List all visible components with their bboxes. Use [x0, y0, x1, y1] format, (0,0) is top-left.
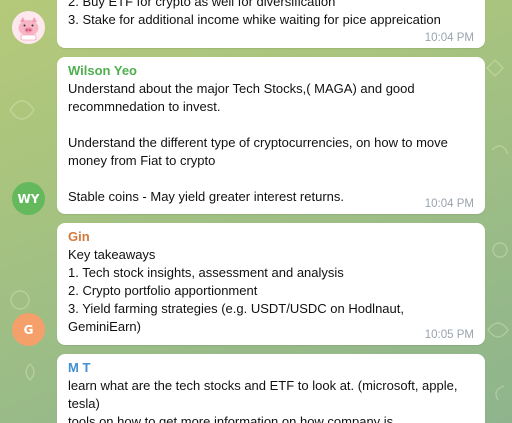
message-text-line: Stable coins - May yield greater interes…	[68, 189, 345, 204]
avatar-initials: WY	[17, 191, 40, 206]
pig-sticker-avatar-icon[interactable]	[12, 11, 45, 44]
message-timestamp: 10:04 PM	[424, 198, 474, 210]
message-text-line: 1. Tech stock insights, assessment and a…	[68, 265, 344, 280]
message-text-line: Understand the different type of cryptoc…	[68, 135, 452, 168]
message-text-line: Understand about the major Tech Stocks,(…	[68, 81, 419, 114]
message-bubble[interactable]: Wilson Yeo Understand about the major Te…	[57, 57, 485, 214]
avatar-initials: G	[23, 322, 34, 337]
message-timestamp: 10:05 PM	[424, 329, 474, 341]
user-avatar[interactable]: WY	[12, 182, 45, 215]
message-text-line: 2. Buy ETF for crypto as well for divers…	[68, 0, 336, 9]
message-text-line: 3. Stake for additional income whike wai…	[68, 12, 441, 27]
message-timestamp: 10:04 PM	[424, 32, 474, 44]
chat-message-list[interactable]: 2. Buy ETF for crypto as well for divers…	[0, 0, 512, 423]
message-text-line: learn what are the tech stocks and ETF t…	[68, 378, 462, 411]
message-bubble[interactable]: M T learn what are the tech stocks and E…	[57, 354, 485, 423]
message-bubble[interactable]: 2. Buy ETF for crypto as well for divers…	[57, 0, 485, 48]
message-sender-name[interactable]: Gin	[68, 228, 474, 246]
message-text-line: Key takeaways	[68, 247, 156, 262]
message-text-line: tools on how to get more information on …	[68, 414, 394, 423]
message-bubble[interactable]: Gin Key takeaways 1. Tech stock insights…	[57, 223, 485, 345]
user-avatar[interactable]: G	[12, 313, 45, 346]
message-text-line: 3. Yield farming strategies (e.g. USDT/U…	[68, 301, 408, 334]
message-sender-name[interactable]: M T	[68, 359, 474, 377]
message-text-line: 2. Crypto portfolio apportionment	[68, 283, 258, 298]
message-sender-name[interactable]: Wilson Yeo	[68, 62, 474, 80]
